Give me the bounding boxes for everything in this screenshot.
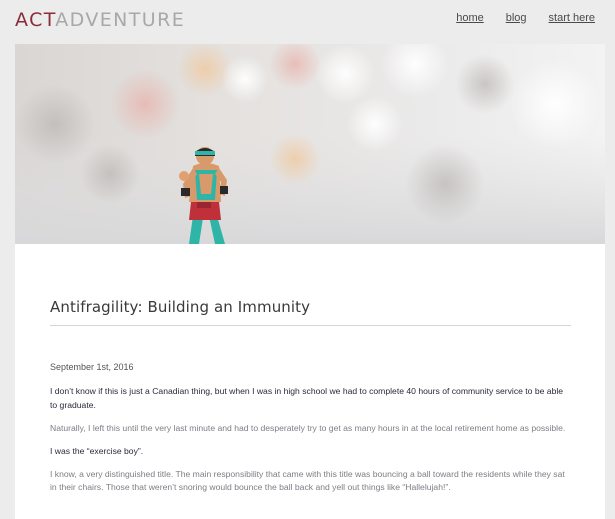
- article: Antifragility: Building an Immunity Sept…: [15, 244, 605, 519]
- paragraph: I don’t know if this is just a Canadian …: [50, 386, 564, 410]
- logo-adventure: ADVENTURE: [55, 9, 186, 31]
- main-nav: home blog start here: [434, 12, 595, 24]
- hero-image: [15, 44, 605, 244]
- title-divider: [50, 325, 571, 326]
- post-body: I don’t know if this is just a Canadian …: [50, 385, 572, 504]
- hero-photo-toy-figure: [15, 44, 605, 244]
- site-header: ACTADVENTURE home blog start here: [0, 0, 615, 44]
- nav-home-link[interactable]: home: [456, 12, 484, 24]
- paragraph: Naturally, I left this until the very la…: [50, 422, 566, 433]
- post-title: Antifragility: Building an Immunity: [50, 298, 311, 316]
- paragraph: I was the “exercise boy”.: [50, 445, 144, 456]
- post-date: September 1st, 2016: [50, 362, 134, 372]
- paragraph: I know, a very distinguished title. The …: [50, 468, 565, 493]
- nav-start-here-link[interactable]: start here: [549, 12, 595, 24]
- site-logo[interactable]: ACTADVENTURE: [15, 9, 185, 31]
- nav-blog-link[interactable]: blog: [506, 12, 527, 24]
- logo-act: ACT: [15, 9, 56, 31]
